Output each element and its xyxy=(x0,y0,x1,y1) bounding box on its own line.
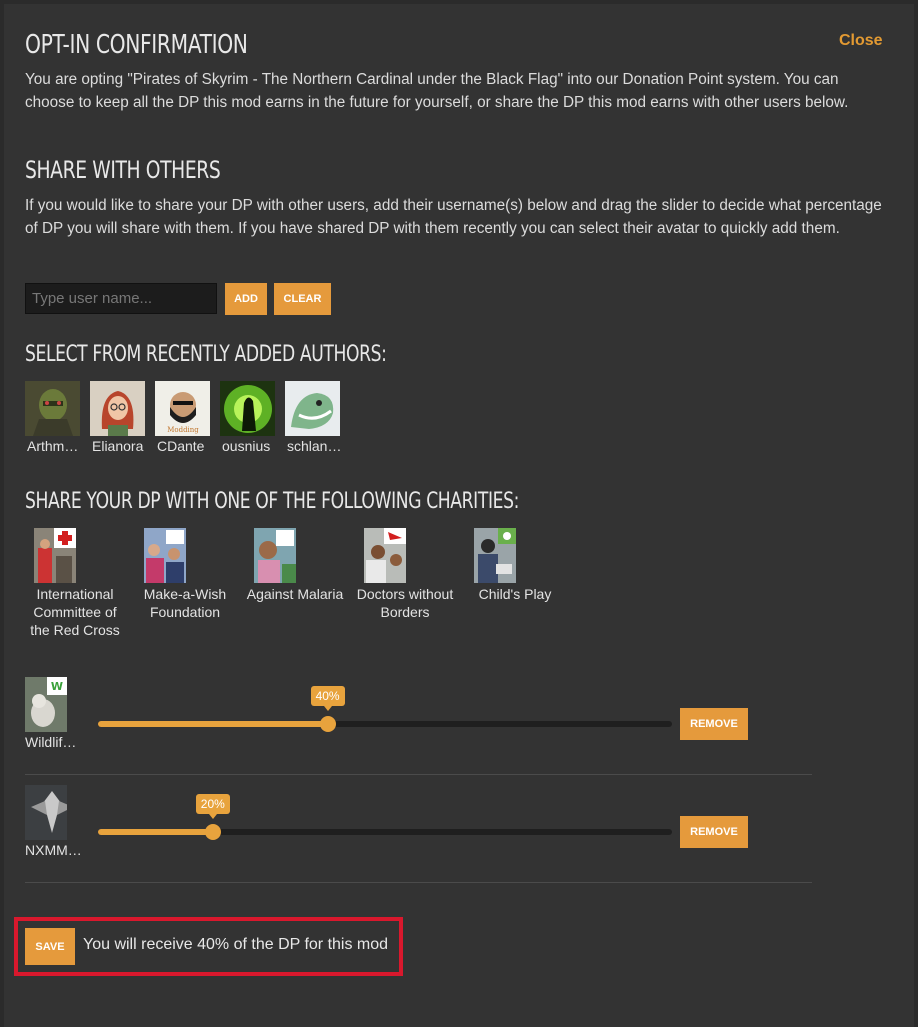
slider-percent-label: 40% xyxy=(310,686,345,711)
wwf-wildlife-avatar-icon: W xyxy=(25,677,67,732)
remove-share-button[interactable]: REMOVE xyxy=(680,816,748,848)
red-haired-woman-avatar-icon xyxy=(90,381,145,436)
author-avatar-arthm[interactable] xyxy=(25,381,80,436)
share-with-others-heading: SHARE WITH OTHERS xyxy=(25,156,221,184)
username-input[interactable] xyxy=(25,283,217,314)
make-a-wish-photo-icon xyxy=(144,528,186,583)
charity-name: International Committee of the Red Cross xyxy=(30,586,120,638)
close-button[interactable]: Close xyxy=(839,32,883,50)
charity-doctors-without-borders[interactable] xyxy=(364,528,406,583)
green-silhouette-avatar-icon xyxy=(220,381,275,436)
author-avatar-cdante[interactable]: Modding xyxy=(155,381,210,436)
author-name: Elianora xyxy=(92,438,144,454)
slider-handle[interactable] xyxy=(204,824,221,840)
author-avatar-schlan[interactable] xyxy=(285,381,340,436)
slider-percent-label: 20% xyxy=(195,794,230,819)
divider xyxy=(25,882,812,883)
author-name: CDante xyxy=(157,438,205,454)
author-name: schlan… xyxy=(287,438,342,454)
save-button[interactable]: SAVE xyxy=(25,928,75,965)
share-percent-slider[interactable]: 40% xyxy=(98,686,672,732)
slider-handle[interactable] xyxy=(319,716,336,732)
share-description: If you would like to share your DP with … xyxy=(25,197,882,237)
charities-heading: SHARE YOUR DP WITH ONE OF THE FOLLOWING … xyxy=(25,489,519,514)
opt-in-modal: Close OPT-IN CONFIRMATION You are opting… xyxy=(4,4,914,1027)
childs-play-photo-icon xyxy=(474,528,516,583)
clear-button[interactable]: CLEAR xyxy=(274,283,331,315)
author-avatar-ousnius[interactable] xyxy=(220,381,275,436)
share-percent-slider[interactable]: 20% xyxy=(98,794,672,840)
recent-authors-heading: SELECT FROM RECENTLY ADDED AUTHORS: xyxy=(25,342,387,367)
charity-name: Make-a-Wish Foundation xyxy=(143,586,227,620)
author-name: Arthm… xyxy=(27,438,79,454)
share-row-nxmm: NXMM… 20% REMOVE xyxy=(25,785,812,865)
slider-fill xyxy=(98,829,213,835)
charity-name: Doctors without Borders xyxy=(356,586,454,620)
bearded-man-avatar-icon: Modding xyxy=(155,381,210,436)
svg-text:W: W xyxy=(51,680,63,693)
add-user-button[interactable]: ADD xyxy=(225,283,267,315)
share-name: Wildlife… xyxy=(25,734,83,750)
charity-red-cross[interactable] xyxy=(34,528,76,583)
skyrim-dragon-emblem-avatar-icon xyxy=(25,785,67,840)
charity-name: Against Malaria xyxy=(246,586,344,602)
share-name: NXMM… xyxy=(25,842,82,858)
slider-fill xyxy=(98,721,328,727)
author-avatar-elianora[interactable] xyxy=(90,381,145,436)
charity-name: Child's Play xyxy=(478,586,552,602)
share-avatar: W xyxy=(25,677,67,732)
charity-make-a-wish[interactable] xyxy=(144,528,186,583)
share-row-wildlife: W Wildlife… 40% REMOVE xyxy=(25,677,812,757)
charity-childs-play[interactable] xyxy=(474,528,516,583)
remove-share-button[interactable]: REMOVE xyxy=(680,708,748,740)
green-creature-avatar-icon xyxy=(285,381,340,436)
against-malaria-photo-icon xyxy=(254,528,296,583)
svg-text:Modding: Modding xyxy=(167,426,199,434)
modal-title: OPT-IN CONFIRMATION xyxy=(25,30,248,60)
doctors-without-borders-photo-icon xyxy=(364,528,406,583)
share-avatar xyxy=(25,785,67,840)
divider xyxy=(25,774,812,775)
charity-against-malaria[interactable] xyxy=(254,528,296,583)
green-armored-warrior-avatar-icon xyxy=(25,381,80,436)
author-name: ousnius xyxy=(222,438,271,454)
red-cross-photo-icon xyxy=(34,528,76,583)
intro-text: You are opting "Pirates of Skyrim - The … xyxy=(25,71,849,111)
dp-summary-text: You will receive 40% of the DP for this … xyxy=(83,936,389,953)
